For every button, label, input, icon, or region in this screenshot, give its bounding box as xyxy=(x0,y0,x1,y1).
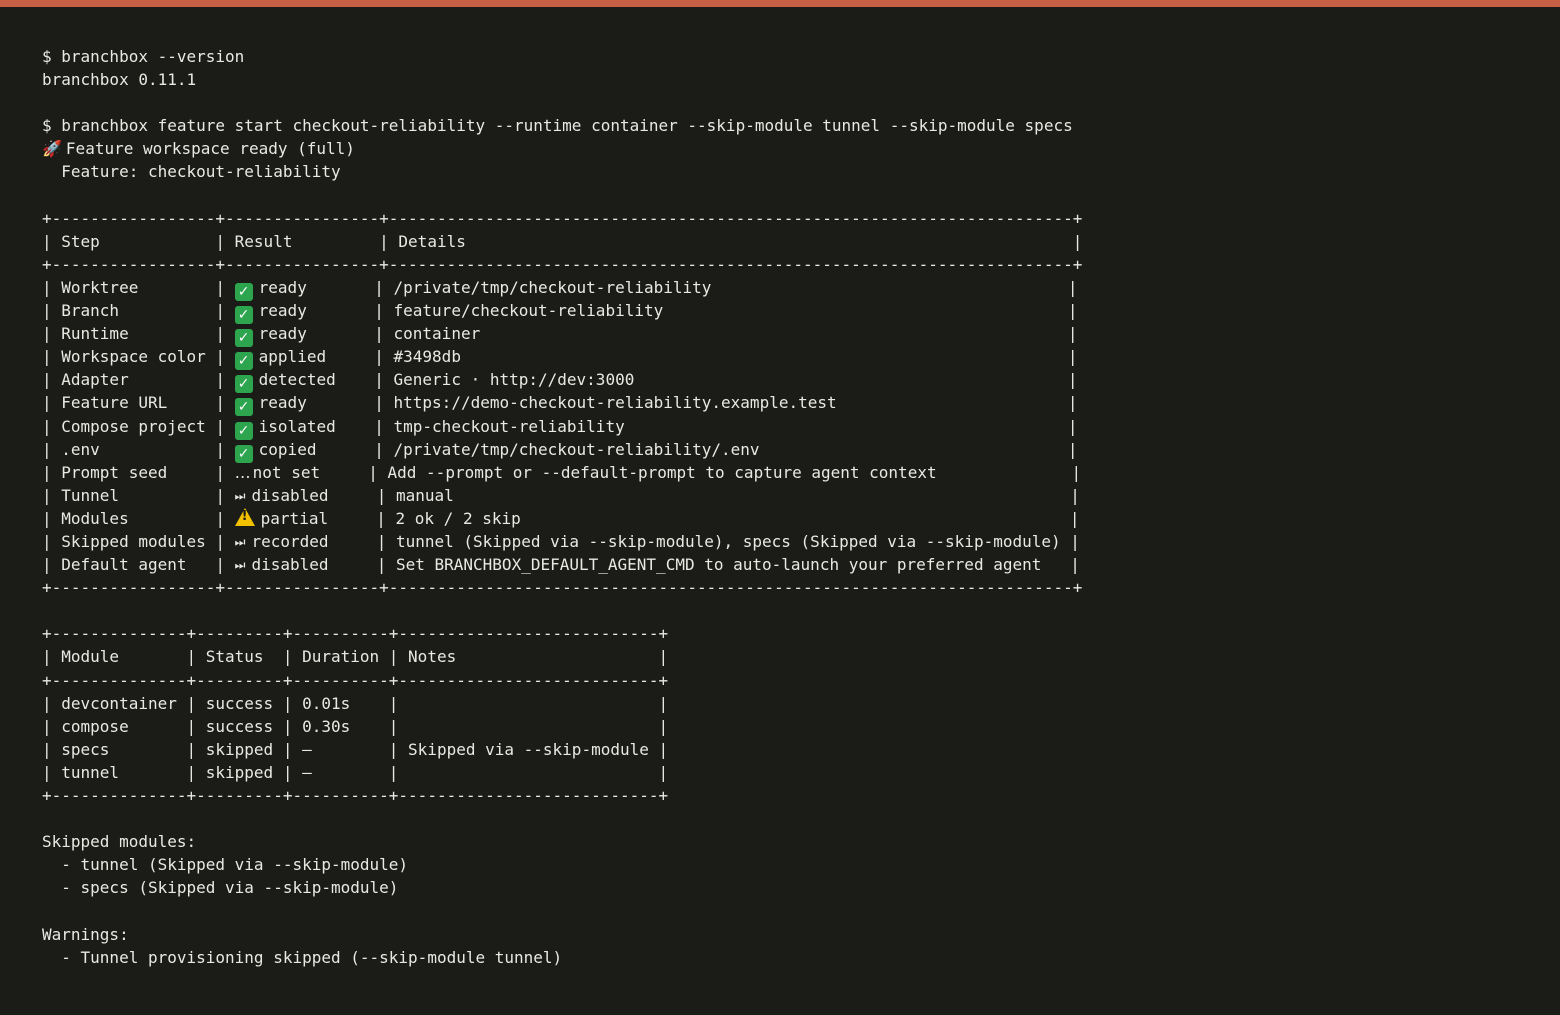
details-text: | 2 ok / 2 skip | xyxy=(376,508,1080,528)
table-row: | Runtime | ✓ ready | container | xyxy=(42,322,1542,348)
details-text: | #3498db | xyxy=(374,347,1078,367)
details-text: | feature/checkout-reliability | xyxy=(374,301,1078,321)
modules-table: +--------------+---------+----------+---… xyxy=(42,622,1542,807)
table-row: | specs | skipped | – | Skipped via --sk… xyxy=(42,739,669,759)
skip-icon: ⏭ xyxy=(234,488,246,503)
row-prefix: | Tunnel | xyxy=(42,485,235,505)
details-text: | /private/tmp/checkout-reliability/.env… xyxy=(374,439,1078,459)
result-text: ready xyxy=(258,324,375,344)
window-accent-bar xyxy=(0,0,1560,7)
table-row: | Feature URL | ✓ ready | https://demo-ch… xyxy=(42,391,1542,417)
result-text: ready xyxy=(258,277,375,297)
command-line: $ branchbox feature start checkout-relia… xyxy=(42,116,1073,136)
table-border: +--------------+---------+----------+---… xyxy=(42,786,669,805)
command-line: $ branchbox --version xyxy=(42,47,245,66)
table-border: +-----------------+----------------+----… xyxy=(42,208,1083,228)
status-text: Feature workspace ready (full) xyxy=(65,139,355,159)
result-text: isolated xyxy=(258,416,375,436)
steps-table-body: | Worktree | ✓ ready | /private/tmp/check… xyxy=(42,276,1542,576)
details-text: | /private/tmp/checkout-reliability | xyxy=(374,277,1078,297)
row-prefix: | Feature URL | xyxy=(42,393,235,413)
table-row: | tunnel | skipped | – | | xyxy=(42,762,669,782)
result-text: partial xyxy=(260,508,377,528)
table-row: | devcontainer | success | 0.01s | | xyxy=(42,693,669,713)
list-item: - tunnel (Skipped via --skip-module) xyxy=(42,855,409,875)
command-output: branchbox 0.11.1 xyxy=(42,70,197,90)
table-row: | compose | success | 0.30s | | xyxy=(42,716,669,736)
row-prefix: | Prompt seed | xyxy=(42,462,235,482)
table-row: | Prompt seed | … not set | Add --prompt … xyxy=(42,461,1542,484)
result-text: copied xyxy=(258,439,375,459)
details-text: | tunnel (Skipped via --skip-module), sp… xyxy=(376,531,1080,551)
table-row: | Modules | partial | 2 ok / 2 skip | xyxy=(42,507,1542,530)
table-header: | Step | Result | Details | xyxy=(42,231,1083,251)
list-item: - Tunnel provisioning skipped (--skip-mo… xyxy=(42,947,563,967)
table-border: +--------------+---------+----------+---… xyxy=(42,670,669,690)
check-icon: ✓ xyxy=(234,421,253,440)
result-text: ready xyxy=(258,393,375,413)
result-text: disabled xyxy=(251,555,377,575)
table-row: | Tunnel | ⏭ disabled | manual | xyxy=(42,484,1542,507)
details-text: | https://demo-checkout-reliability.exam… xyxy=(374,393,1078,413)
result-text: not set xyxy=(252,462,369,482)
list-item: - specs (Skipped via --skip-module) xyxy=(42,878,399,898)
check-icon: ✓ xyxy=(234,398,253,417)
details-text: | manual | xyxy=(376,485,1080,505)
details-text: | tmp-checkout-reliability | xyxy=(374,416,1078,436)
result-text: recorded xyxy=(251,531,377,551)
table-row: | Adapter | ✓ detected | Generic · http:/… xyxy=(42,368,1542,394)
details-text: | Add --prompt or --default-prompt to ca… xyxy=(368,462,1082,482)
table-row: | Skipped modules | ⏭ recorded | tunnel (… xyxy=(42,530,1542,553)
skip-icon: ⏭ xyxy=(234,534,246,549)
table-row: | Workspace color | ✓ applied | #3498db | xyxy=(42,345,1542,371)
table-row: | Compose project | ✓ isolated | tmp-chec… xyxy=(42,415,1542,440)
table-row: | Worktree | ✓ ready | /private/tmp/check… xyxy=(42,276,1542,301)
ellipsis-icon: … xyxy=(234,462,251,482)
row-prefix: | Workspace color | xyxy=(42,347,235,367)
table-row: | Branch | ✓ ready | feature/checkout-rel… xyxy=(42,299,1542,325)
row-prefix: | .env | xyxy=(42,439,235,459)
feature-line: Feature: checkout-reliability xyxy=(42,162,341,182)
row-prefix: | Modules | xyxy=(42,508,235,528)
row-prefix: | Skipped modules | xyxy=(42,531,235,551)
table-row: | .env | ✓ copied | /private/tmp/checkout… xyxy=(42,438,1542,463)
row-prefix: | Adapter | xyxy=(42,370,235,390)
table-header: | Module | Status | Duration | Notes | xyxy=(42,647,669,667)
table-border: +-----------------+----------------+----… xyxy=(42,254,1083,274)
result-text: ready xyxy=(258,301,375,321)
skipped-modules-title: Skipped modules: xyxy=(42,832,197,852)
row-prefix: | Compose project | xyxy=(42,416,235,436)
terminal-output[interactable]: $ branchbox --version branchbox 0.11.1 $… xyxy=(42,45,1542,969)
row-prefix: | Worktree | xyxy=(42,277,235,297)
details-text: | Set BRANCHBOX_DEFAULT_AGENT_CMD to aut… xyxy=(376,555,1080,575)
row-prefix: | Branch | xyxy=(42,301,235,321)
result-text: applied xyxy=(258,347,375,367)
rocket-icon: 🚀 xyxy=(42,139,62,159)
status-line: 🚀 Feature workspace ready (full) xyxy=(42,137,1542,160)
steps-table: +-----------------+----------------+----… xyxy=(42,207,1542,600)
row-prefix: | Default agent | xyxy=(42,555,235,575)
warning-icon xyxy=(234,507,255,526)
table-row: | Default agent | ⏭ disabled | Set BRANCH… xyxy=(42,553,1542,576)
check-icon: ✓ xyxy=(234,444,253,463)
table-border: +--------------+---------+----------+---… xyxy=(42,624,669,644)
details-text: | Generic · http://dev:3000 | xyxy=(374,370,1078,390)
result-text: disabled xyxy=(251,485,377,505)
skip-icon: ⏭ xyxy=(234,558,246,573)
row-prefix: | Runtime | xyxy=(42,324,235,344)
warnings-title: Warnings: xyxy=(42,924,129,944)
result-text: detected xyxy=(258,370,375,390)
details-text: | container | xyxy=(374,324,1078,344)
table-border: +-----------------+----------------+----… xyxy=(42,578,1083,598)
